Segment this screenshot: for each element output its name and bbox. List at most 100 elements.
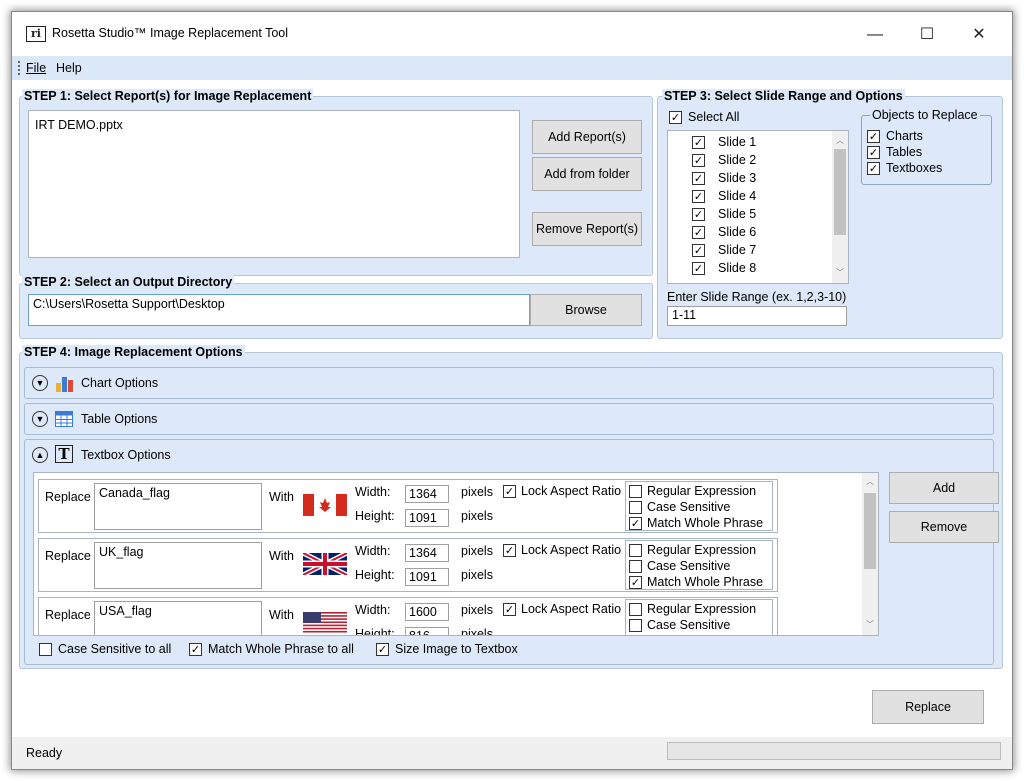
replace-text-input[interactable]: Canada_flag xyxy=(94,483,262,530)
menu-bar: File Help xyxy=(12,56,1012,80)
slide-label: Slide 2 xyxy=(718,153,757,167)
slide-checkbox[interactable]: ✓ xyxy=(692,244,705,257)
pixels-label: pixels xyxy=(461,568,493,582)
match-whole-checkbox[interactable]: ✓ xyxy=(629,635,642,636)
textbox-replace-list: Replace Canada_flag With Width: 1364 pixels He… xyxy=(33,472,879,636)
slide-checkbox[interactable]: ✓ xyxy=(692,262,705,275)
replace-text-input[interactable]: USA_flag xyxy=(94,601,262,635)
match-options-box: Regular Expression Case Sensitive ✓ Match W… xyxy=(625,599,773,636)
slide-checkbox[interactable]: ✓ xyxy=(692,154,705,167)
lock-aspect-checkbox[interactable]: ✓ xyxy=(503,603,516,616)
uk-flag-image[interactable] xyxy=(301,550,349,578)
scroll-down-icon[interactable]: ﹀ xyxy=(836,267,844,278)
menu-file[interactable]: File xyxy=(26,61,46,75)
chevron-down-icon[interactable]: ▼ xyxy=(32,375,48,391)
report-item[interactable]: IRT DEMO.pptx xyxy=(35,118,123,132)
select-all-checkbox[interactable]: ✓ xyxy=(669,111,682,124)
textbox-options-label: Textbox Options xyxy=(81,448,171,462)
output-directory-input[interactable]: C:\Users\Rosetta Support\Desktop xyxy=(28,294,530,326)
case-sensitive-all-checkbox[interactable] xyxy=(39,643,52,656)
replace-label: Replace xyxy=(45,549,91,563)
scroll-up-icon[interactable]: ︿ xyxy=(836,135,844,146)
width-input[interactable]: 1364 xyxy=(405,485,449,503)
slide-list[interactable]: ✓ Slide 1 ✓ Slide 2 ✓ Slide 3 ✓ Slide 4 ✓ Slide 5… xyxy=(667,130,849,284)
table-options-label: Table Options xyxy=(81,412,158,426)
slide-checkbox[interactable]: ✓ xyxy=(692,226,705,239)
case-sensitive-checkbox[interactable] xyxy=(629,501,642,514)
slide-checkbox[interactable]: ✓ xyxy=(692,190,705,203)
regex-checkbox[interactable] xyxy=(629,544,642,557)
pixels-label: pixels xyxy=(461,485,493,499)
height-input[interactable]: 1091 xyxy=(405,568,449,586)
remove-report-button[interactable]: Remove Report(s) xyxy=(532,212,642,246)
height-input[interactable]: 816 xyxy=(405,627,449,635)
slide-list-scrollbar[interactable]: ︿ ﹀ xyxy=(832,131,848,283)
remove-button[interactable]: Remove xyxy=(889,511,999,543)
case-sensitive-checkbox[interactable] xyxy=(629,619,642,632)
height-input[interactable]: 1091 xyxy=(405,509,449,527)
usa-flag-image[interactable] xyxy=(303,612,347,634)
textbox-options-expander: ▲ T Textbox Options Replace Canada_flag Wi… xyxy=(24,439,999,665)
textbox-icon: T xyxy=(55,445,73,463)
pixels-label: pixels xyxy=(461,544,493,558)
regex-checkbox[interactable] xyxy=(629,603,642,616)
width-label: Width: xyxy=(355,485,391,499)
select-all-label: Select All xyxy=(688,110,740,124)
bar-chart-icon xyxy=(56,377,73,392)
size-image-checkbox[interactable]: ✓ xyxy=(376,643,389,656)
charts-label: Charts xyxy=(886,129,923,143)
width-input[interactable]: 1600 xyxy=(405,603,449,621)
pixels-label: pixels xyxy=(461,603,493,617)
replace-list-scrollbar[interactable]: ︿ ﹀ xyxy=(862,473,878,635)
match-whole-checkbox[interactable]: ✓ xyxy=(629,517,642,530)
scrollbar-thumb[interactable] xyxy=(834,149,846,235)
replace-row: Replace UK_flag With Width: 1364 pixels Height… xyxy=(38,538,778,592)
status-text: Ready xyxy=(26,746,63,760)
scroll-down-icon[interactable]: ﹀ xyxy=(866,619,874,630)
slide-checkbox[interactable]: ✓ xyxy=(692,172,705,185)
browse-button[interactable]: Browse xyxy=(530,294,642,326)
charts-checkbox[interactable]: ✓ xyxy=(867,130,880,143)
textboxes-checkbox[interactable]: ✓ xyxy=(867,162,880,175)
slide-label: Slide 1 xyxy=(718,135,757,149)
close-button[interactable]: ✕ xyxy=(956,20,1002,50)
pixels-label: pixels xyxy=(461,509,493,523)
chevron-up-icon[interactable]: ▲ xyxy=(32,447,48,463)
scrollbar-thumb[interactable] xyxy=(864,493,876,569)
add-from-folder-button[interactable]: Add from folder xyxy=(532,157,642,191)
table-options-expander[interactable]: ▼ Table Options xyxy=(24,403,994,435)
tables-checkbox[interactable]: ✓ xyxy=(867,146,880,159)
scroll-up-icon[interactable]: ︿ xyxy=(866,476,874,487)
regex-label: Regular Expression xyxy=(647,543,757,557)
slide-label: Slide 4 xyxy=(718,189,757,203)
replace-button[interactable]: Replace xyxy=(872,690,984,724)
match-whole-all-label: Match Whole Phrase to all xyxy=(208,642,354,656)
add-report-button[interactable]: Add Report(s) xyxy=(532,120,642,154)
lock-aspect-checkbox[interactable]: ✓ xyxy=(503,485,516,498)
case-sensitive-checkbox[interactable] xyxy=(629,560,642,573)
chart-options-expander[interactable]: ▼ Chart Options xyxy=(24,367,994,399)
add-button[interactable]: Add xyxy=(889,472,999,504)
report-list[interactable]: IRT DEMO.pptx xyxy=(28,110,520,258)
replace-text-input[interactable]: UK_flag xyxy=(94,542,262,589)
lock-aspect-label: Lock Aspect Ratio xyxy=(521,602,622,616)
match-whole-checkbox[interactable]: ✓ xyxy=(629,576,642,589)
slide-checkbox[interactable]: ✓ xyxy=(692,136,705,149)
lock-aspect-checkbox[interactable]: ✓ xyxy=(503,544,516,557)
width-label: Width: xyxy=(355,544,391,558)
slide-range-input[interactable]: 1-11 xyxy=(667,306,847,326)
canada-flag-image[interactable] xyxy=(303,494,347,516)
slide-checkbox[interactable]: ✓ xyxy=(692,208,705,221)
chevron-down-icon[interactable]: ▼ xyxy=(32,411,48,427)
with-label: With xyxy=(269,608,294,622)
minimize-button[interactable]: — xyxy=(852,20,898,50)
replace-label: Replace xyxy=(45,490,91,504)
textboxes-label: Textboxes xyxy=(886,161,943,175)
regex-checkbox[interactable] xyxy=(629,485,642,498)
match-whole-all-checkbox[interactable]: ✓ xyxy=(189,643,202,656)
width-input[interactable]: 1364 xyxy=(405,544,449,562)
menu-help[interactable]: Help xyxy=(56,61,82,75)
title-bar: ri Rosetta Studio™ Image Replacement Too… xyxy=(12,12,1012,56)
maximize-button[interactable]: ☐ xyxy=(904,20,950,50)
regex-label: Regular Expression xyxy=(647,602,757,616)
